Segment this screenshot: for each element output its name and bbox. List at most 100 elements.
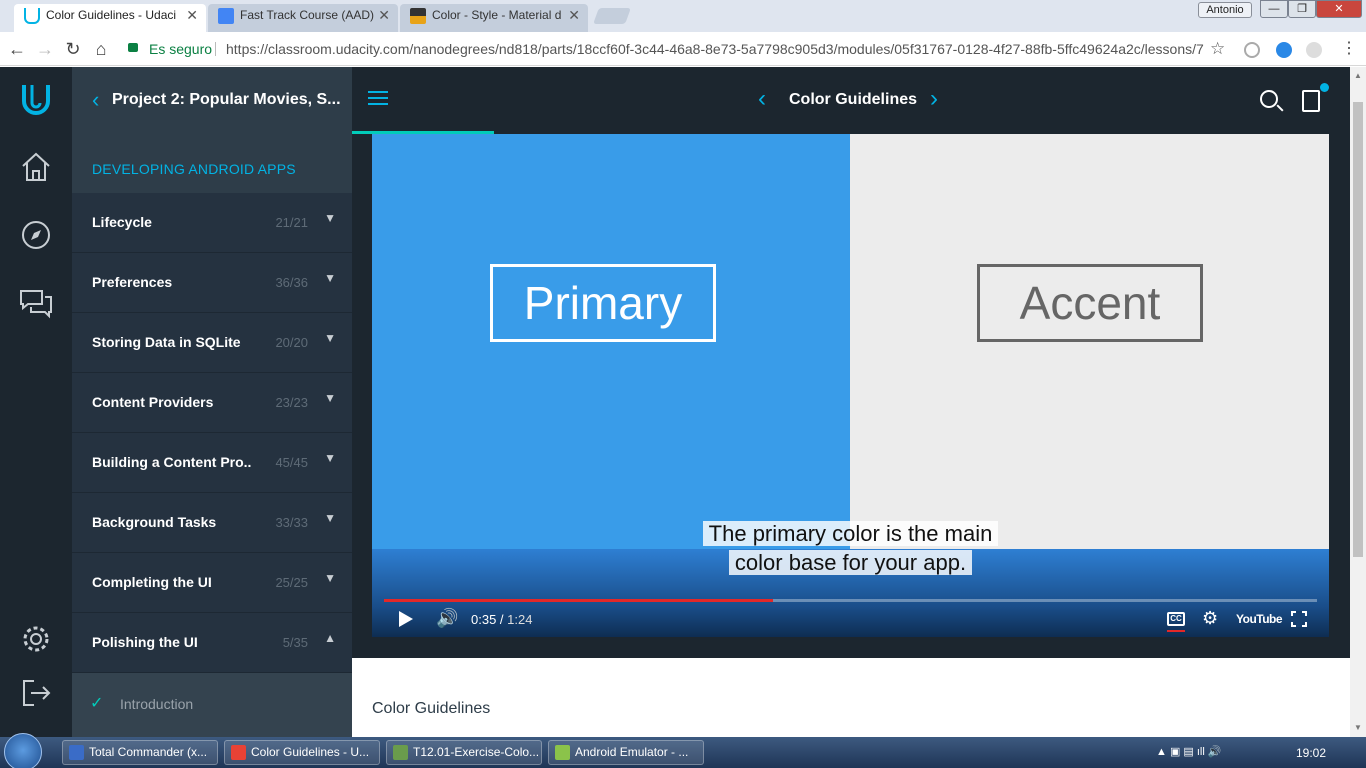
lesson-item[interactable]: Completing the UI 25/25 ▼: [72, 553, 352, 613]
close-window-button[interactable]: ✕: [1316, 0, 1362, 18]
extension-icon[interactable]: [1306, 42, 1322, 58]
previous-concept-button[interactable]: ‹: [758, 85, 766, 113]
section-heading: DEVELOPING ANDROID APPS: [72, 133, 352, 193]
profile-button[interactable]: Antonio: [1198, 2, 1252, 18]
start-button[interactable]: [4, 733, 42, 768]
chevron-down-icon[interactable]: ▼: [324, 571, 336, 585]
lesson-name: Background Tasks: [92, 514, 217, 530]
duration: 1:24: [507, 612, 533, 627]
tab-title: Color - Style - Material d: [432, 8, 562, 22]
maximize-button[interactable]: ❐: [1288, 0, 1316, 18]
lesson-progress-count: 23/23: [275, 395, 308, 410]
taskbar-item[interactable]: Android Emulator - ...: [548, 740, 704, 765]
captions-button[interactable]: CC: [1167, 612, 1185, 626]
page-scrollbar[interactable]: ▲ ▼: [1350, 67, 1366, 737]
compass-icon[interactable]: [18, 217, 54, 253]
home-icon[interactable]: [18, 149, 54, 185]
chevron-down-icon[interactable]: ▼: [324, 391, 336, 405]
udacity-favicon-icon: [24, 8, 40, 24]
chevron-down-icon[interactable]: ▼: [324, 211, 336, 225]
fullscreen-icon[interactable]: [1291, 611, 1307, 627]
accent-panel: Accent: [850, 134, 1329, 549]
caption-line: The primary color is the main: [372, 520, 1329, 548]
concept-item-introduction[interactable]: ✓ Introduction: [72, 673, 352, 737]
clock[interactable]: 19:02: [1296, 746, 1326, 760]
lesson-item[interactable]: Polishing the UI 5/35 ▲: [72, 613, 352, 673]
youtube-logo[interactable]: YouTube: [1236, 612, 1283, 626]
taskbar-item[interactable]: Color Guidelines - U...: [224, 740, 380, 765]
notes-icon[interactable]: [1302, 90, 1320, 112]
progress-played: [384, 599, 774, 602]
video-player[interactable]: Primary Accent The primary color is the …: [372, 134, 1329, 637]
primary-label: Primary: [490, 264, 716, 342]
divider: [215, 42, 216, 56]
concept-title: Color Guidelines: [789, 91, 918, 108]
extension-icon[interactable]: [1276, 42, 1292, 58]
search-icon[interactable]: [1260, 90, 1278, 108]
concept-content: Color Guidelines: [352, 658, 1350, 737]
taskbar-item-label: Android Emulator - ...: [575, 745, 689, 759]
taskbar-item[interactable]: Total Commander (x...: [62, 740, 218, 765]
bookmark-star-icon[interactable]: ☆: [1210, 36, 1225, 62]
chevron-down-icon[interactable]: ▼: [324, 511, 336, 525]
new-tab-button[interactable]: [593, 8, 631, 24]
volume-icon[interactable]: 🔊: [436, 608, 458, 629]
app-icon: [231, 745, 246, 760]
chevron-down-icon[interactable]: ▼: [324, 451, 336, 465]
play-icon[interactable]: [399, 611, 413, 627]
project-back-link[interactable]: ‹ Project 2: Popular Movies, S...: [72, 67, 352, 133]
back-button[interactable]: ←: [6, 38, 28, 60]
home-button[interactable]: ⌂: [90, 38, 112, 60]
tab-color-guidelines[interactable]: Color Guidelines - Udaci ✕: [14, 4, 206, 32]
forward-button[interactable]: →: [34, 38, 56, 60]
lock-icon: [128, 43, 138, 52]
udacity-logo-icon[interactable]: [18, 81, 54, 117]
scroll-down-icon[interactable]: ▼: [1354, 723, 1362, 732]
lesson-name: Building a Content Pro...: [92, 454, 252, 470]
tab-color-style[interactable]: Color - Style - Material d ✕: [400, 4, 588, 32]
scrollbar-thumb[interactable]: [1353, 102, 1363, 557]
lesson-progress-count: 21/21: [275, 215, 308, 230]
logout-icon[interactable]: [18, 675, 54, 711]
close-tab-icon[interactable]: ✕: [186, 4, 198, 26]
caption-text: color base for your app.: [728, 550, 973, 575]
taskbar-item[interactable]: T12.01-Exercise-Colo...: [386, 740, 542, 765]
browser-toolbar: ← → ↻ ⌂ Es seguro https://classroom.udac…: [0, 32, 1366, 66]
next-concept-button[interactable]: ›: [930, 85, 938, 113]
tab-fast-track[interactable]: Fast Track Course (AAD) ✕: [208, 4, 398, 32]
close-tab-icon[interactable]: ✕: [568, 4, 580, 26]
hamburger-icon[interactable]: [368, 91, 388, 107]
close-tab-icon[interactable]: ✕: [378, 4, 390, 26]
content-title: Color Guidelines: [372, 700, 491, 717]
browser-menu-icon[interactable]: ⋮: [1338, 38, 1360, 60]
lesson-name: Storing Data in SQLite: [92, 334, 241, 350]
lesson-name: Polishing the UI: [92, 634, 198, 650]
gear-icon[interactable]: ⚙: [1202, 608, 1218, 629]
settings-icon[interactable]: [18, 621, 54, 657]
lesson-progress-count: 36/36: [275, 275, 308, 290]
lesson-item[interactable]: Background Tasks 33/33 ▼: [72, 493, 352, 553]
address-bar[interactable]: Es seguro https://classroom.udacity.com/…: [118, 36, 1234, 62]
minimize-button[interactable]: —: [1260, 0, 1288, 18]
progress-bar[interactable]: [384, 599, 1317, 602]
lesson-item[interactable]: Storing Data in SQLite 20/20 ▼: [72, 313, 352, 373]
secure-label: Es seguro: [149, 41, 213, 57]
lesson-item[interactable]: Building a Content Pro... 45/45 ▼: [72, 433, 352, 493]
app-icon: [393, 745, 408, 760]
lesson-name: Completing the UI: [92, 574, 212, 590]
classroom-header: ‹ Color Guidelines ›: [352, 67, 1350, 134]
lesson-item[interactable]: Lifecycle 21/21 ▼: [72, 193, 352, 253]
url-text[interactable]: https://classroom.udacity.com/nanodegree…: [226, 36, 1206, 62]
lesson-item[interactable]: Content Providers 23/23 ▼: [72, 373, 352, 433]
lesson-item[interactable]: Preferences 36/36 ▼: [72, 253, 352, 313]
chevron-down-icon[interactable]: ▼: [324, 271, 336, 285]
lesson-progress-count: 33/33: [275, 515, 308, 530]
chevron-up-icon[interactable]: ▲: [324, 631, 336, 645]
chevron-down-icon[interactable]: ▼: [324, 331, 336, 345]
reload-button[interactable]: ↻: [62, 38, 84, 60]
icon-rail: [0, 67, 72, 737]
chat-icon[interactable]: [18, 285, 54, 321]
system-tray[interactable]: ▲ ▣ ▤ ıll 🔊: [1156, 745, 1222, 758]
extension-icon[interactable]: [1244, 42, 1260, 58]
scroll-up-icon[interactable]: ▲: [1354, 71, 1362, 80]
